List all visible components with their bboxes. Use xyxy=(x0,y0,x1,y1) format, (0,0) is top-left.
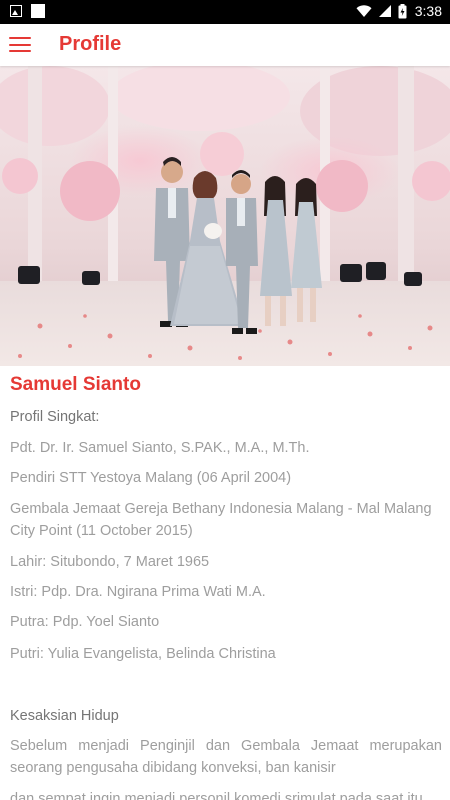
profile-name: Samuel Sianto xyxy=(10,374,141,395)
profile-line-title: Pdt. Dr. Ir. Samuel Sianto, S.PAK., M.A.… xyxy=(10,440,310,456)
app-bar: Profile xyxy=(0,24,450,66)
status-notifications xyxy=(10,4,45,18)
status-time: 3:38 xyxy=(414,3,442,19)
battery-icon xyxy=(398,3,407,18)
wifi-icon xyxy=(356,5,372,17)
testimony-paragraph: Sebelum menjadi Penginjil dan Gembala Je… xyxy=(10,738,442,776)
signal-icon xyxy=(378,5,391,17)
hamburger-menu-icon[interactable] xyxy=(9,37,31,53)
profile-line-pastor: Gembala Jemaat Gereja Bethany Indonesia … xyxy=(10,501,432,539)
profile-line-born: Lahir: Situbondo, 7 Maret 1965 xyxy=(10,554,210,570)
status-bar: 3:38 xyxy=(0,0,450,24)
profile-line-founder: Pendiri STT Yestoya Malang (06 April 200… xyxy=(10,470,292,486)
profile-line-daughters: Putri: Yulia Evangelista, Belinda Christ… xyxy=(10,646,276,662)
status-system: 3:38 xyxy=(356,3,442,19)
profile-line-son: Putra: Pdp. Yoel Sianto xyxy=(10,614,160,630)
profile-line-wife: Istri: Pdp. Dra. Ngirana Prima Wati M.A. xyxy=(10,584,266,600)
photo-icon xyxy=(10,5,22,17)
profile-screen: 3:38 Profile Samuel Sianto Profil Singka… xyxy=(0,0,450,800)
profile-photo xyxy=(0,66,450,366)
testimony-paragraph-cut: dan sempat ingin menjadi personil komedi… xyxy=(10,791,423,800)
square-icon xyxy=(31,4,45,18)
brief-heading: Profil Singkat: xyxy=(10,409,100,425)
testimony-heading: Kesaksian Hidup xyxy=(10,708,119,724)
page-title: Profile xyxy=(59,33,122,55)
